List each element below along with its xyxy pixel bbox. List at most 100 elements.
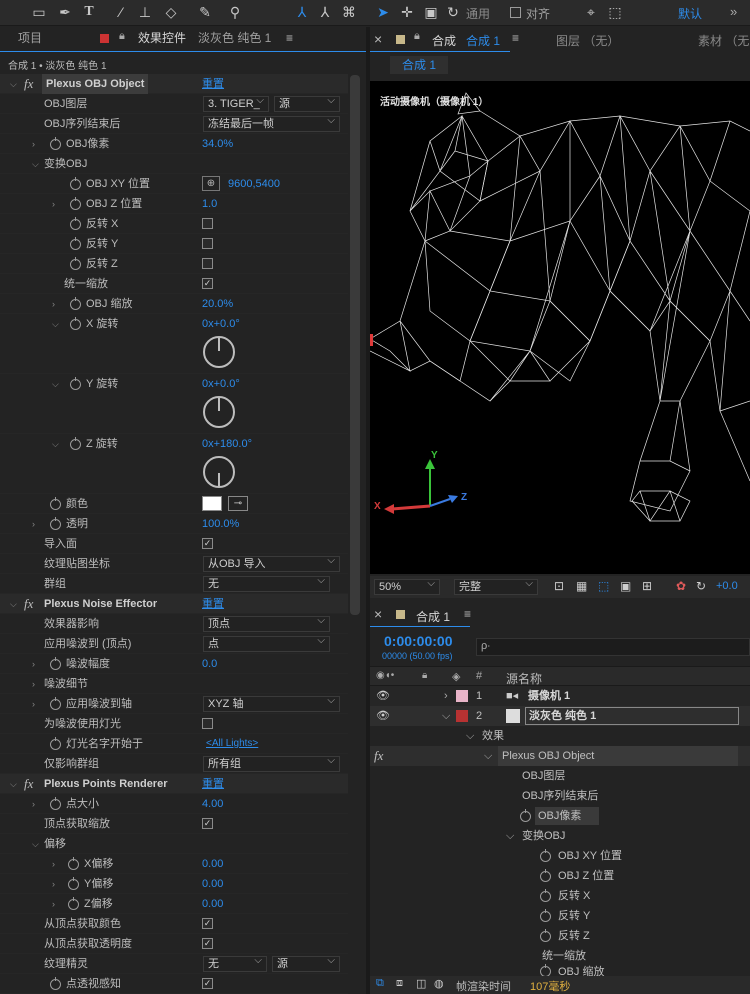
stopwatch-icon[interactable] [70,237,81,250]
stopwatch-icon[interactable] [50,797,61,810]
tree-transform[interactable]: ⌵ 变换OBJ [370,826,750,846]
uniform-scale-checkbox[interactable]: ✓ [202,278,213,289]
lock-icon[interactable]: 🔒︎ [119,30,125,43]
snap-options-icon[interactable]: ⌖ [582,3,600,21]
tab-composition-name[interactable]: 合成 1 [466,32,500,49]
stopwatch-icon[interactable] [50,737,61,750]
stopwatch-icon[interactable] [540,964,551,976]
sprite-source-dropdown[interactable]: 源 [272,954,340,972]
stopwatch-icon[interactable] [50,977,61,990]
layer-name[interactable]: 摄像机 1 [528,686,570,706]
tree-uniform[interactable]: 统一缩放 [370,946,750,966]
flip-z-checkbox[interactable] [202,258,213,269]
panel-menu-icon[interactable]: ≡ [512,31,519,45]
import-faces-checkbox[interactable]: ✓ [202,538,213,549]
tree-flip-y[interactable]: 反转 Y [370,906,750,926]
apply-noise-dropdown[interactable]: 点 [203,634,330,652]
eraser-tool-icon[interactable]: ◇ [162,3,180,21]
tree-seq-end[interactable]: OBJ序列结束后 [370,786,750,806]
y-rotation-value[interactable]: 0x+0.0° [202,374,240,394]
close-icon[interactable]: × [374,31,382,47]
tree-xy[interactable]: OBJ XY 位置 [370,846,750,866]
tab-layer[interactable]: 图层 （无） [556,32,619,49]
stopwatch-icon[interactable] [50,697,61,710]
type-tool-icon[interactable]: T [80,3,98,21]
obj-xy-value[interactable]: 9600,5400 [228,174,280,194]
z-offset-value[interactable]: 0.00 [202,894,223,914]
panel-menu-icon[interactable]: ≡ [464,607,471,621]
fx-icon[interactable]: fx [24,594,33,614]
effect-header-noise[interactable]: ⌵ fx Plexus Noise Effector 重置 [0,594,348,614]
viewer-canvas[interactable]: 活动摄像机（摄像机 1） Y X Z [370,81,750,574]
layer-switches-icon[interactable]: ⧈ [396,977,403,990]
tab-composition[interactable]: 合成 [432,32,456,49]
reset-link[interactable]: 重置 [202,74,224,94]
effect-header-plexus-obj[interactable]: ⌵ fx Plexus OBJ Object 重置 [0,74,348,94]
close-icon[interactable]: × [374,606,382,622]
stopwatch-icon[interactable] [68,877,79,890]
channel-icon[interactable]: ✿ [676,579,686,593]
obj-z-value[interactable]: 1.0 [202,194,217,214]
color-swatch[interactable] [202,496,222,511]
obj-layer-dropdown[interactable]: 3. TIGER_ [203,94,269,112]
stopwatch-icon[interactable] [70,217,81,230]
stopwatch-icon[interactable] [70,197,81,210]
group-offset[interactable]: ⌵ 偏移 [0,834,348,854]
hand-tool-icon[interactable]: ✛ [398,3,416,21]
reset-exposure-icon[interactable]: ↻ [696,579,706,593]
influence-dropdown[interactable]: 顶点 [203,614,330,632]
seq-end-dropdown[interactable]: 冻结最后一帧 [203,114,340,132]
stopwatch-icon[interactable] [520,809,531,822]
tree-effects[interactable]: ⌵ 效果 [370,726,750,746]
tab-layer-name[interactable]: 淡灰色 纯色 1 [198,27,271,49]
region-of-interest-icon[interactable]: ▣ [620,579,631,593]
expand-chevron-icon[interactable]: › [444,686,448,706]
y-offset-value[interactable]: 0.00 [202,874,223,894]
grid-guides-icon[interactable]: ⊞ [642,579,652,593]
selection-tool-icon[interactable]: ➤ [374,3,392,21]
rectangle-tool-icon[interactable]: ▭ [30,3,48,21]
tree-obj-layer[interactable]: OBJ图层 [370,766,750,786]
obj-pixels-value[interactable]: 34.0% [202,134,233,154]
motion-blur-icon[interactable]: ◍ [434,977,444,990]
tree-z[interactable]: OBJ Z 位置 [370,866,750,886]
stopwatch-icon[interactable] [68,857,79,870]
effect-header-points[interactable]: ⌵ fx Plexus Points Renderer 重置 [0,774,348,794]
fx-icon[interactable]: fx [24,774,33,794]
use-lights-checkbox[interactable] [202,718,213,729]
only-group-dropdown[interactable]: 所有组 [203,754,340,772]
x-offset-value[interactable]: 0.00 [202,854,223,874]
stopwatch-icon[interactable] [50,517,61,530]
exposure-value[interactable]: +0.0 [716,580,738,592]
more-workspaces-icon[interactable]: » [730,4,737,19]
group-noise-detail[interactable]: › 噪波细节 [0,674,348,694]
tab-timeline-comp[interactable]: 合成 1 [416,608,450,625]
pen-tool-icon[interactable]: ✒ [56,3,74,21]
puppet-pin-icon[interactable]: ⚲ [226,3,244,21]
crosshair-icon[interactable]: ⊕ [202,176,220,191]
group-dropdown[interactable]: 无 [203,574,330,592]
comp-flowchart-icon[interactable]: ⧉ [376,977,384,990]
eyedropper-icon[interactable]: ⊸ [228,496,248,511]
panel-menu-icon[interactable]: ≡ [286,27,293,49]
group-transform-obj[interactable]: ⌵ 变换OBJ [0,154,348,174]
noise-amp-value[interactable]: 0.0 [202,654,217,674]
fx-icon[interactable]: fx [24,74,33,94]
rotate-tool-icon[interactable]: ↻ [444,3,462,21]
stopwatch-icon[interactable] [540,909,551,922]
vertex-scale-checkbox[interactable]: ✓ [202,818,213,829]
x-rotation-value[interactable]: 0x+0.0° [202,314,240,334]
snap-checkbox[interactable] [510,7,521,18]
workspace-default[interactable]: 默认 [678,5,702,22]
vertex-opacity-checkbox[interactable]: ✓ [202,938,213,949]
tab-project[interactable]: 项目 [18,27,42,49]
light-name-link[interactable]: <All Lights> [206,734,258,754]
tree-flip-x[interactable]: 反转 X [370,886,750,906]
view-axis-icon[interactable]: ⌘ [340,3,358,21]
stopwatch-icon[interactable] [70,437,81,450]
stopwatch-icon[interactable] [50,657,61,670]
scrollbar-thumb[interactable] [350,75,360,615]
vertex-color-checkbox[interactable]: ✓ [202,918,213,929]
transparency-grid-icon[interactable]: ▦ [576,579,587,593]
comp-subtab[interactable]: 合成 1 [390,56,448,74]
